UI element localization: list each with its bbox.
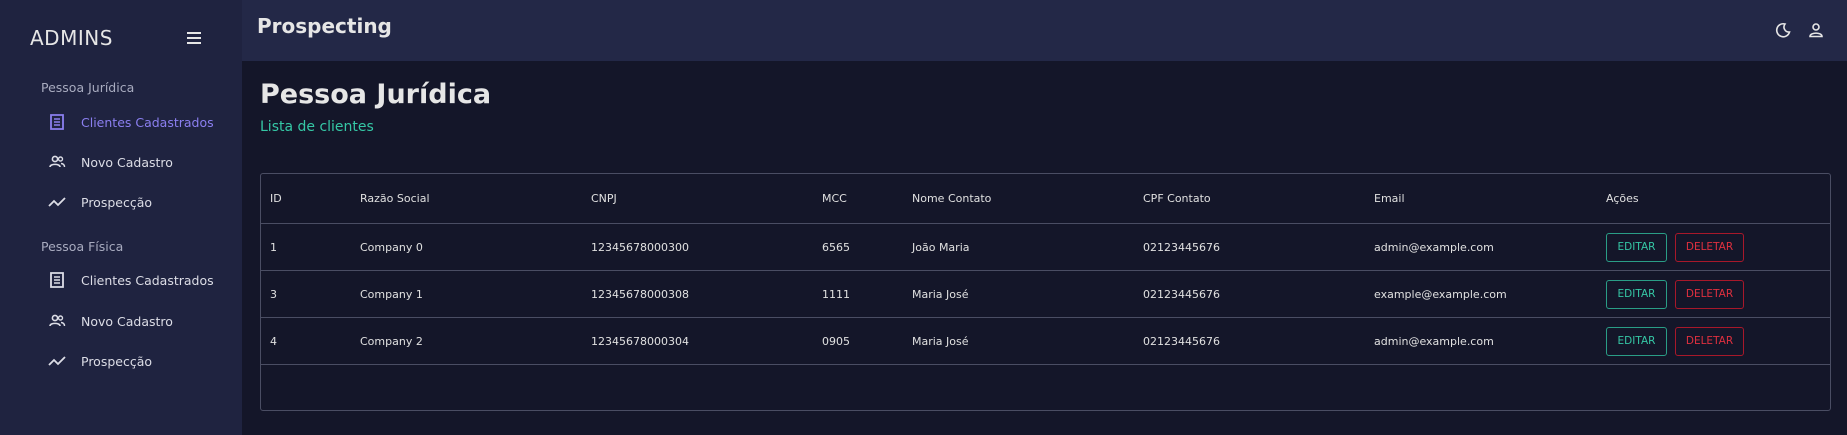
cell-id: 1 [270, 240, 277, 254]
list-icon [47, 112, 67, 132]
list-icon [47, 270, 67, 290]
column-header-id: ID [270, 192, 282, 205]
brand-title: ADMINS [30, 26, 113, 50]
sidebar-item-pj-clientes[interactable]: Clientes Cadastrados [0, 104, 242, 140]
column-header-nome-contato: Nome Contato [912, 192, 992, 205]
sidebar-item-label: Prospecção [81, 194, 153, 210]
cell-cpf-contato: 02123445676 [1143, 334, 1220, 348]
column-header-razao-social: Razão Social [360, 192, 430, 205]
sidebar-item-label: Novo Cadastro [81, 154, 173, 170]
cell-email: admin@example.com [1374, 334, 1494, 348]
cell-cpf-contato: 02123445676 [1143, 287, 1220, 301]
cell-razao-social: Company 0 [360, 240, 423, 254]
trend-icon [47, 351, 67, 371]
cell-actions: EDITAR DELETAR [1606, 224, 1744, 270]
sidebar-item-label: Clientes Cadastrados [81, 114, 214, 130]
sidebar-item-label: Prospecção [81, 353, 153, 369]
cell-nome-contato: Maria José [912, 287, 969, 301]
page-subtitle: Lista de clientes [260, 119, 374, 135]
cell-razao-social: Company 2 [360, 334, 423, 348]
cell-mcc: 0905 [822, 334, 850, 348]
sidebar-item-label: Novo Cadastro [81, 313, 173, 329]
delete-button[interactable]: DELETAR [1675, 326, 1744, 356]
users-icon [47, 311, 67, 331]
cell-cpf-contato: 02123445676 [1143, 240, 1220, 254]
edit-button[interactable]: EDITAR [1606, 232, 1667, 262]
sidebar-item-pf-novo[interactable]: Novo Cadastro [0, 303, 242, 339]
edit-button[interactable]: EDITAR [1606, 279, 1667, 309]
delete-button[interactable]: DELETAR [1675, 232, 1744, 262]
sidebar: ADMINS Pessoa Jurídica Clientes Cadastra… [0, 0, 242, 435]
section-title-pj: Pessoa Jurídica [41, 80, 135, 95]
cell-cnpj: 12345678000304 [591, 334, 689, 348]
cell-cnpj: 12345678000300 [591, 240, 689, 254]
cell-mcc: 6565 [822, 240, 850, 254]
cell-actions: EDITAR DELETAR [1606, 318, 1744, 364]
column-header-email: Email [1374, 192, 1405, 205]
table-header-row: ID Razão Social CNPJ MCC Nome Contato CP… [261, 174, 1830, 224]
table-row: 3 Company 1 12345678000308 1111 Maria Jo… [261, 271, 1830, 318]
delete-button[interactable]: DELETAR [1675, 279, 1744, 309]
user-icon[interactable] [1806, 20, 1826, 40]
cell-id: 3 [270, 287, 277, 301]
moon-icon[interactable] [1773, 20, 1793, 40]
edit-button[interactable]: EDITAR [1606, 326, 1667, 356]
table-row: 4 Company 2 12345678000304 0905 Maria Jo… [261, 318, 1830, 365]
section-title-pf: Pessoa Física [41, 239, 124, 254]
cell-actions: EDITAR DELETAR [1606, 271, 1744, 317]
sidebar-item-pj-prospeccao[interactable]: Prospecção [0, 184, 242, 220]
cell-email: example@example.com [1374, 287, 1507, 301]
sidebar-item-pf-prospeccao[interactable]: Prospecção [0, 343, 242, 379]
page-title: Pessoa Jurídica [260, 79, 492, 110]
sidebar-item-label: Clientes Cadastrados [81, 272, 214, 288]
cell-email: admin@example.com [1374, 240, 1494, 254]
column-header-cpf-contato: CPF Contato [1143, 192, 1211, 205]
cell-cnpj: 12345678000308 [591, 287, 689, 301]
cell-id: 4 [270, 334, 277, 348]
cell-razao-social: Company 1 [360, 287, 423, 301]
clients-table: ID Razão Social CNPJ MCC Nome Contato CP… [260, 173, 1831, 411]
hamburger-menu-icon[interactable] [184, 30, 204, 46]
users-icon [47, 152, 67, 172]
sidebar-item-pf-clientes[interactable]: Clientes Cadastrados [0, 262, 242, 298]
topbar-title: Prospecting [257, 14, 392, 38]
table-row: 1 Company 0 12345678000300 6565 João Mar… [261, 224, 1830, 271]
column-header-cnpj: CNPJ [591, 192, 617, 205]
cell-nome-contato: João Maria [912, 240, 970, 254]
column-header-mcc: MCC [822, 192, 847, 205]
sidebar-item-pj-novo[interactable]: Novo Cadastro [0, 144, 242, 180]
cell-mcc: 1111 [822, 287, 850, 301]
trend-icon [47, 192, 67, 212]
cell-nome-contato: Maria José [912, 334, 969, 348]
topbar: Prospecting [242, 0, 1847, 61]
column-header-acoes: Ações [1606, 192, 1639, 205]
